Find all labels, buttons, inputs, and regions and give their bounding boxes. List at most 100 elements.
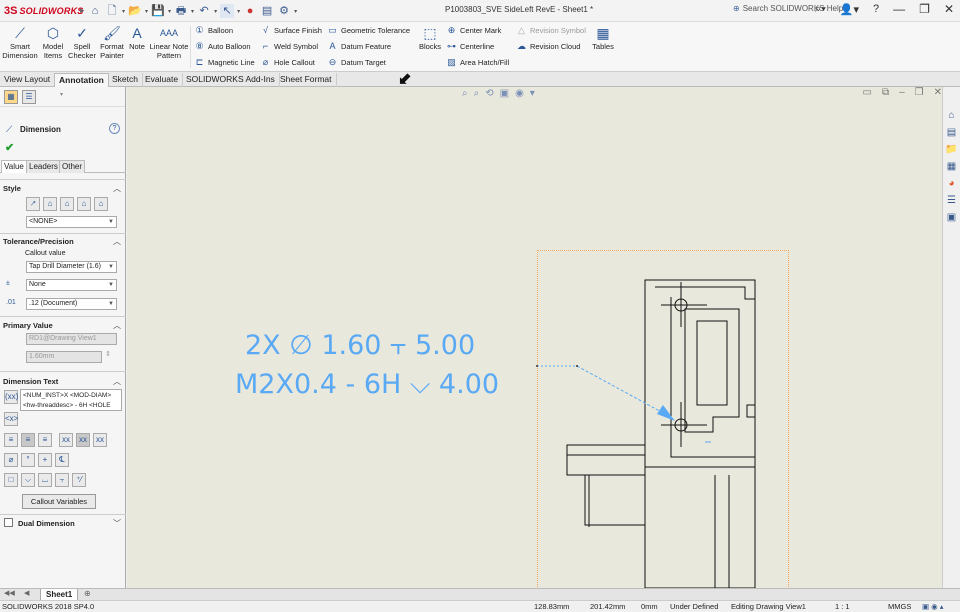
subtab-other[interactable]: Other [59,160,86,173]
add-sheet-icon[interactable]: ⊕ [84,589,91,598]
auto-balloon-button[interactable]: ⑧ Auto Balloon [194,41,250,52]
tolerance-type-dropdown[interactable]: None ▼ [26,279,117,291]
center-mark-button[interactable]: ⊕ Center Mark [446,25,502,36]
counterbore-symbol-icon[interactable]: ⌴ [38,473,52,487]
print-icon[interactable]: 🖶 [174,4,188,18]
square-symbol-icon[interactable]: □ [4,473,18,487]
dual-dimension-checkbox[interactable] [4,518,13,527]
countersink-symbol-icon[interactable]: ⌵ [21,473,35,487]
centerline-button[interactable]: ⊶ Centerline [446,41,494,52]
file-properties-icon[interactable]: ▤ [260,4,274,18]
view-palette-icon[interactable]: ▦ [945,160,958,173]
plus-minus-symbol-icon[interactable]: + [38,453,52,467]
format-painter-button[interactable]: 🖌 Format Painter [98,24,126,60]
tab-view-layout[interactable]: View Layout [0,73,56,87]
ok-checkmark-button[interactable]: ✔ [5,141,14,154]
rebuild-traffic-light-icon[interactable]: ● [243,4,257,18]
geometric-tolerance-button[interactable]: ▭ Geometric Tolerance [327,25,410,36]
close-button[interactable]: ✕ [944,2,954,16]
chevron-down-icon[interactable]: ▾ [145,8,148,15]
chevron-down-icon[interactable]: ▾ [122,8,125,15]
justify-right-icon[interactable]: ≡ [38,433,52,447]
save-style-icon[interactable]: ⌂ [77,197,91,211]
model-items-button[interactable]: ⬡ Model Items [40,24,66,60]
style-dropdown[interactable]: <NONE> ▼ [26,216,117,228]
add-parenthesis-icon[interactable]: (xx) [4,390,18,404]
new-document-icon[interactable]: 🗋 [105,4,119,18]
justify-left-icon[interactable]: ≡ [4,433,18,447]
chevron-up-icon[interactable]: ︿ [113,236,121,247]
home-icon[interactable]: ⌂ [88,4,102,18]
tab-solidworks-add-ins[interactable]: SOLIDWORKS Add-Ins [182,73,280,87]
hole-callout-button[interactable]: ⌀ Hole Callout [260,57,315,68]
revision-symbol-button[interactable]: △ Revision Symbol [516,25,586,36]
inspection-dimension-icon[interactable]: <x> [4,412,18,426]
subtab-leaders[interactable]: Leaders [26,160,61,173]
pm-help-button[interactable]: ? [109,123,120,134]
custom-properties-icon[interactable]: ☰ [945,194,958,207]
subtab-value[interactable]: Value [1,160,27,173]
status-units[interactable]: MMGS [888,601,911,612]
open-icon[interactable]: 📂 [128,4,142,18]
callout-variables-button[interactable]: Callout Variables [22,494,96,509]
more-symbols-icon[interactable]: ⁺⁄ [72,473,86,487]
tolerance-section-header[interactable]: Tolerance/Precision [3,237,74,246]
text-center-icon[interactable]: xx [76,433,90,447]
help-question-button[interactable]: ? [873,3,879,15]
hole-callout-line2[interactable]: M2X0.4 - 6H ⌵ 4.00 [235,369,499,401]
user-icon[interactable]: 👤▾ [840,3,859,16]
search-icon[interactable]: ⌕▾ [815,3,826,16]
weld-symbol-button[interactable]: ⌐ Weld Symbol [260,41,318,51]
spell-checker-button[interactable]: ✓ Spell Checker [68,24,96,60]
feature-manager-tab-icon[interactable]: ▦ [4,90,18,104]
minimize-button[interactable]: — [893,2,905,16]
blocks-button[interactable]: ⬚ Blocks [418,24,442,51]
solidworks-forum-icon[interactable]: ▣ [945,211,958,224]
design-library-icon[interactable]: ▤ [945,126,958,139]
area-hatch-button[interactable]: ▨ Area Hatch/Fill [446,57,509,68]
chevron-up-icon[interactable]: ︿ [113,183,121,194]
tab-sheet-format[interactable]: Sheet Format [276,73,337,87]
chevron-down-icon[interactable]: ▾ [294,8,297,15]
tab-sketch[interactable]: Sketch [108,73,143,87]
logo-menu-arrow-icon[interactable]: ▸ [80,5,85,16]
depth-symbol-icon[interactable]: ⫟ [55,473,69,487]
add-style-icon[interactable]: ⌂ [43,197,57,211]
first-sheet-icon[interactable]: ◀◀ [4,589,15,597]
surface-finish-button[interactable]: √ Surface Finish [260,25,322,35]
previous-sheet-icon[interactable]: ◀ [24,589,29,597]
property-manager-tab-icon[interactable]: ☰ [22,90,36,104]
save-icon[interactable]: 💾 [151,4,165,18]
status-scale[interactable]: 1 : 1 [835,601,850,612]
solidworks-resources-icon[interactable]: ⌂ [945,109,958,122]
dimension-text-field[interactable]: <NUM_INST>X <MOD-DIAM> <hw-threaddesc> -… [20,389,122,411]
select-arrow-icon[interactable]: ↖ [220,4,235,18]
chevron-down-icon[interactable]: ▾ [168,8,171,15]
load-style-icon[interactable]: ⌂ [94,197,108,211]
drawing-canvas[interactable]: ⌕ ⌕ ⟲ ▣ ◉ ▾ ▭ ⧉ – ❐ ✕ 2X ∅ 1.60 ⫟ 5.00 M… [127,87,942,588]
chevron-down-icon[interactable]: ▾ [214,8,217,15]
primary-value-section-header[interactable]: Primary Value [3,321,53,330]
text-below-icon[interactable]: xx [93,433,107,447]
chevron-down-icon[interactable]: ▾ [237,8,240,15]
restore-button[interactable]: ❐ [919,2,930,16]
callout-value-dropdown[interactable]: Tap Drill Diameter (1.6) ▼ [26,261,117,273]
undo-icon[interactable]: ↶ [197,4,211,18]
precision-dropdown[interactable]: .12 (Document) ▼ [26,298,117,310]
centerline-symbol-icon[interactable]: ℄ [55,453,69,467]
text-above-icon[interactable]: xx [59,433,73,447]
file-explorer-icon[interactable]: 📁 [945,143,958,156]
panel-collapse-icon[interactable]: ▾ [60,91,63,98]
revision-cloud-button[interactable]: ☁ Revision Cloud [516,41,580,52]
chevron-up-icon[interactable]: ︿ [113,320,121,331]
note-button[interactable]: A Note [127,24,147,51]
appearances-icon[interactable]: ◕ [945,177,958,190]
chevron-down-icon[interactable]: ﹀ [113,518,121,529]
chevron-up-icon[interactable]: ︿ [113,376,121,387]
chevron-down-icon[interactable]: ▾ [191,8,194,15]
style-section-header[interactable]: Style [3,184,21,193]
delete-style-icon[interactable]: ⌂ [60,197,74,211]
dimension-text-section-header[interactable]: Dimension Text [3,377,58,386]
hole-callout-line1[interactable]: 2X ∅ 1.60 ⫟ 5.00 [245,330,475,362]
degree-symbol-icon[interactable]: ° [21,453,35,467]
